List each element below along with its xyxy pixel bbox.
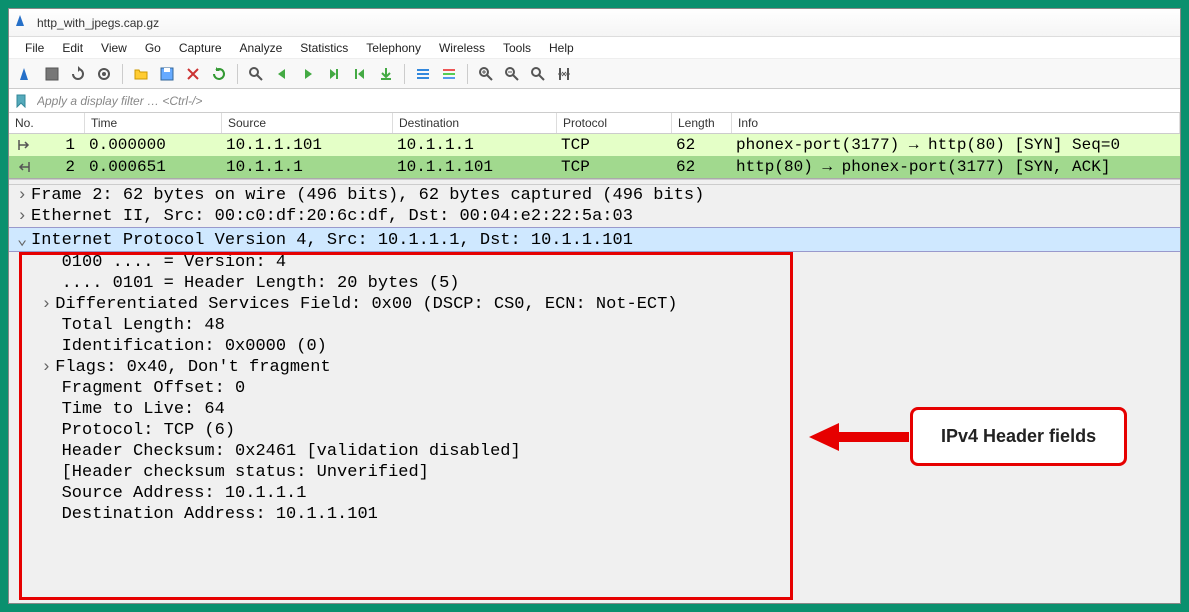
filter-bar [9, 89, 1180, 113]
col-info[interactable]: Info [732, 113, 1180, 133]
menu-view[interactable]: View [93, 39, 135, 57]
capture-options-button[interactable] [93, 63, 115, 85]
cell-proto: TCP [557, 134, 672, 156]
titlebar: http_with_jpegs.cap.gz [9, 9, 1180, 37]
next-packet-button[interactable] [297, 63, 319, 85]
menu-wireless[interactable]: Wireless [431, 39, 493, 57]
detail-ip-hdrlen[interactable]: .... 0101 = Header Length: 20 bytes (5) [9, 273, 1180, 294]
colorize-button[interactable] [438, 63, 460, 85]
app-icon [15, 13, 31, 32]
zoom-in-button[interactable] [475, 63, 497, 85]
detail-ip-dstaddr[interactable]: Destination Address: 10.1.1.101 [9, 504, 1180, 525]
expand-icon[interactable]: › [17, 186, 31, 205]
detail-ip-version[interactable]: 0100 .... = Version: 4 [9, 252, 1180, 273]
open-button[interactable] [130, 63, 152, 85]
collapse-icon[interactable]: ⌄ [17, 229, 31, 250]
packet-row[interactable]: 2 0.000651 10.1.1.1 10.1.1.101 TCP 62 ht… [9, 156, 1180, 178]
menu-help[interactable]: Help [541, 39, 582, 57]
menu-go[interactable]: Go [137, 39, 169, 57]
menubar: File Edit View Go Capture Analyze Statis… [9, 37, 1180, 59]
menu-edit[interactable]: Edit [54, 39, 91, 57]
packet-row[interactable]: 1 0.000000 10.1.1.101 10.1.1.1 TCP 62 ph… [9, 134, 1180, 156]
restart-capture-button[interactable] [67, 63, 89, 85]
packet-list-header: No. Time Source Destination Protocol Len… [9, 113, 1180, 134]
goto-packet-button[interactable] [323, 63, 345, 85]
expand-icon[interactable]: › [17, 207, 31, 226]
zoom-reset-button[interactable] [527, 63, 549, 85]
cell-dst: 10.1.1.101 [393, 156, 557, 178]
arrow-icon [804, 417, 914, 457]
cell-proto: TCP [557, 156, 672, 178]
detail-frame[interactable]: ›Frame 2: 62 bytes on wire (496 bits), 6… [9, 185, 1180, 206]
window-title: http_with_jpegs.cap.gz [37, 16, 159, 30]
col-length[interactable]: Length [672, 113, 732, 133]
detail-ip-totlen[interactable]: Total Length: 48 [9, 315, 1180, 336]
menu-capture[interactable]: Capture [171, 39, 230, 57]
save-button[interactable] [156, 63, 178, 85]
detail-ip-fragoff[interactable]: Fragment Offset: 0 [9, 378, 1180, 399]
detail-ip-srcaddr[interactable]: Source Address: 10.1.1.1 [9, 483, 1180, 504]
last-packet-button[interactable] [375, 63, 397, 85]
related-marker-icon [9, 156, 39, 178]
packet-list-pane: No. Time Source Destination Protocol Len… [9, 113, 1180, 179]
stop-capture-button[interactable] [41, 63, 63, 85]
col-source[interactable]: Source [222, 113, 393, 133]
find-button[interactable] [245, 63, 267, 85]
detail-ethernet[interactable]: ›Ethernet II, Src: 00:c0:df:20:6c:df, Ds… [9, 206, 1180, 227]
cell-time: 0.000651 [85, 156, 222, 178]
prev-packet-button[interactable] [271, 63, 293, 85]
cell-len: 62 [672, 134, 732, 156]
toolbar [9, 59, 1180, 89]
col-time[interactable]: Time [85, 113, 222, 133]
detail-ip-flags[interactable]: ›Flags: 0x40, Don't fragment [9, 357, 1180, 378]
menu-tools[interactable]: Tools [495, 39, 539, 57]
display-filter-input[interactable] [33, 92, 1176, 110]
separator [122, 64, 123, 84]
related-marker-icon [9, 134, 39, 156]
menu-file[interactable]: File [17, 39, 52, 57]
detail-ip-dsfield[interactable]: ›Differentiated Services Field: 0x00 (DS… [9, 294, 1180, 315]
menu-analyze[interactable]: Analyze [232, 39, 291, 57]
first-packet-button[interactable] [349, 63, 371, 85]
col-no[interactable]: No. [9, 113, 85, 133]
resize-columns-button[interactable] [553, 63, 575, 85]
detail-ipv4[interactable]: ⌄Internet Protocol Version 4, Src: 10.1.… [9, 227, 1180, 252]
packet-details-pane: ›Frame 2: 62 bytes on wire (496 bits), 6… [9, 185, 1180, 603]
annotation-callout: IPv4 Header fields [804, 407, 1127, 466]
start-capture-button[interactable] [15, 63, 37, 85]
cell-no: 2 [39, 156, 85, 178]
expand-icon[interactable]: › [41, 295, 55, 314]
cell-len: 62 [672, 156, 732, 178]
cell-info: phonex-port(3177) → http(80) [SYN] Seq=0 [732, 134, 1180, 156]
cell-src: 10.1.1.101 [222, 134, 393, 156]
cell-info: http(80) → phonex-port(3177) [SYN, ACK] [732, 156, 1180, 178]
separator [467, 64, 468, 84]
close-file-button[interactable] [182, 63, 204, 85]
cell-src: 10.1.1.1 [222, 156, 393, 178]
zoom-out-button[interactable] [501, 63, 523, 85]
col-protocol[interactable]: Protocol [557, 113, 672, 133]
cell-time: 0.000000 [85, 134, 222, 156]
app-window: http_with_jpegs.cap.gz File Edit View Go… [8, 8, 1181, 604]
annotation-label: IPv4 Header fields [910, 407, 1127, 466]
separator [404, 64, 405, 84]
cell-no: 1 [39, 134, 85, 156]
bookmark-icon[interactable] [13, 94, 29, 108]
reload-button[interactable] [208, 63, 230, 85]
detail-ip-ident[interactable]: Identification: 0x0000 (0) [9, 336, 1180, 357]
autoscroll-button[interactable] [412, 63, 434, 85]
menu-statistics[interactable]: Statistics [292, 39, 356, 57]
menu-telephony[interactable]: Telephony [358, 39, 429, 57]
separator [237, 64, 238, 84]
col-destination[interactable]: Destination [393, 113, 557, 133]
cell-dst: 10.1.1.1 [393, 134, 557, 156]
expand-icon[interactable]: › [41, 358, 55, 377]
